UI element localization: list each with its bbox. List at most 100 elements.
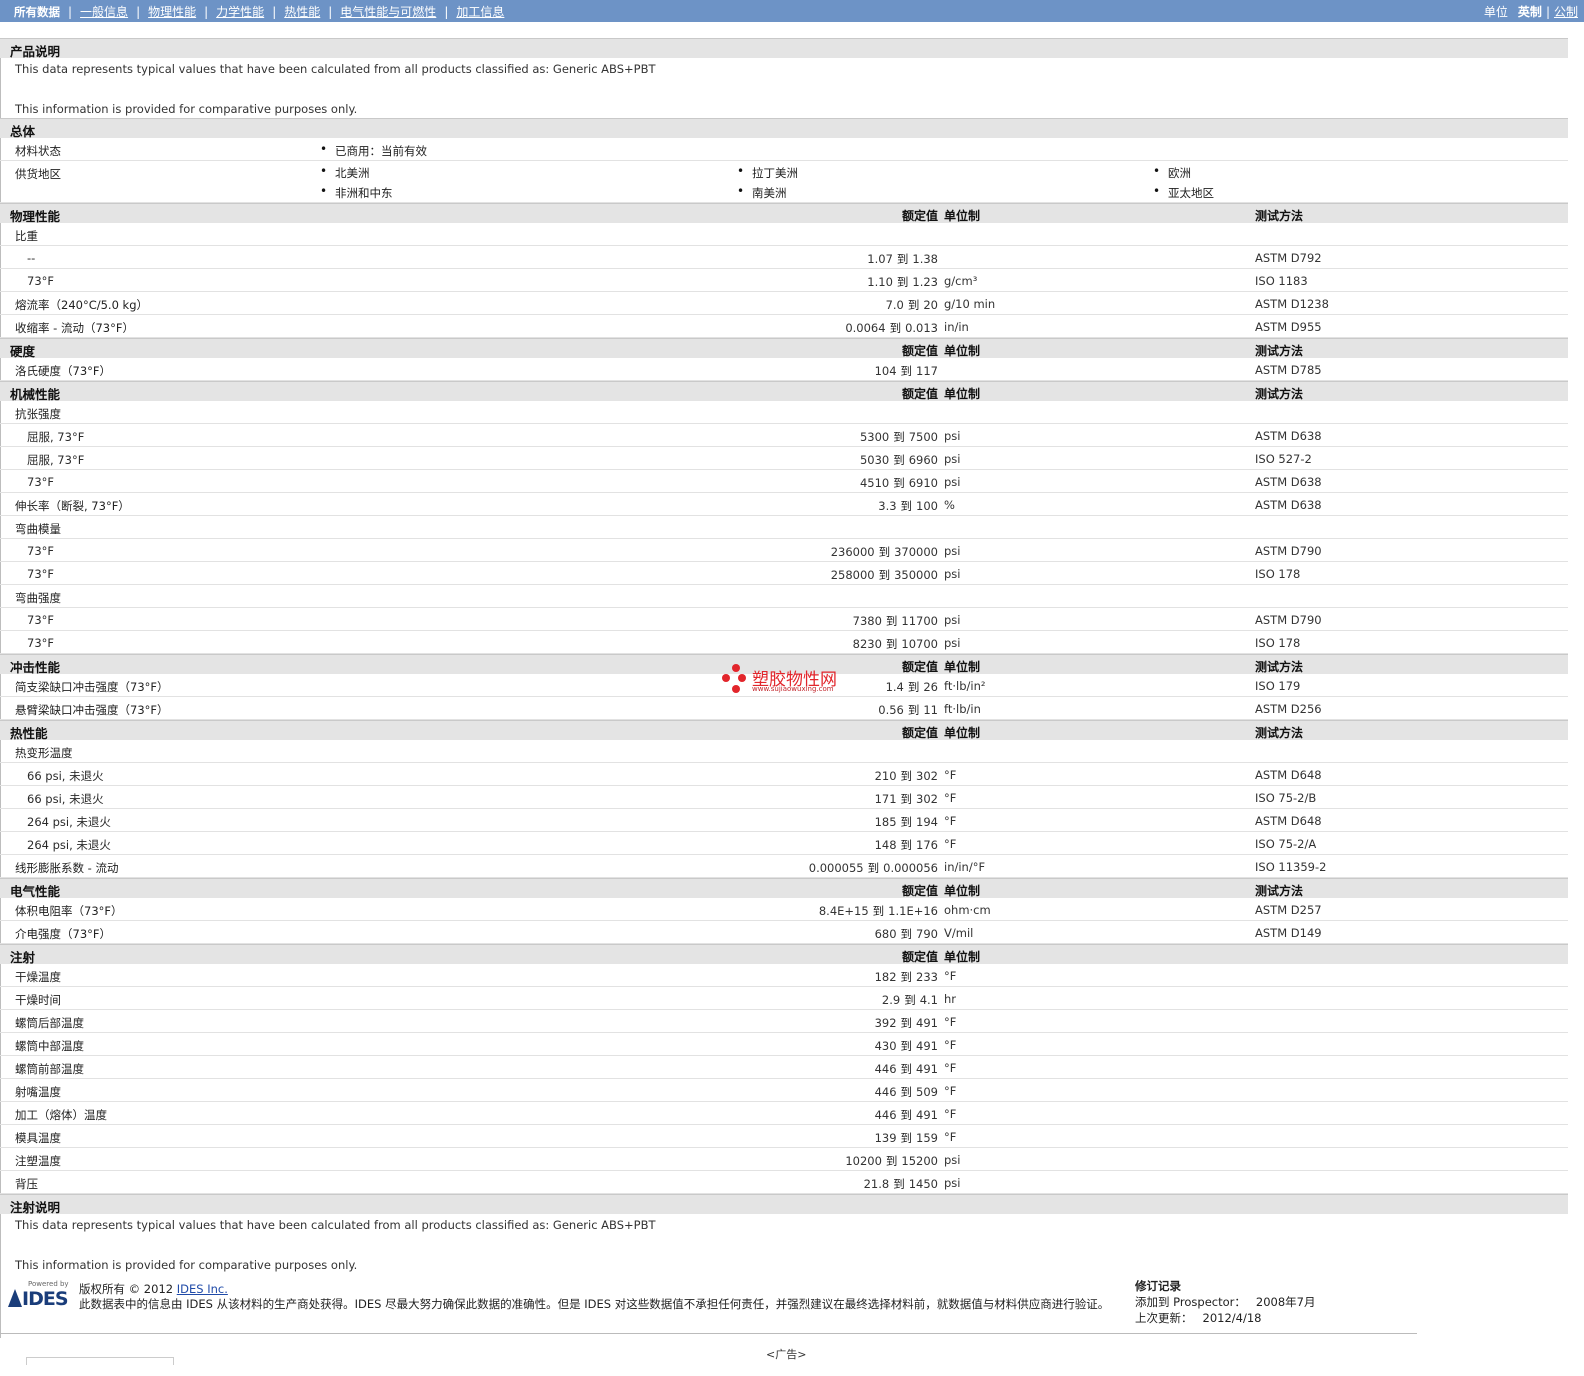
value-range: 4510 到 6910 — [860, 475, 938, 491]
notes-text: This information is provided for compara… — [15, 1258, 358, 1272]
range-separator: 到 — [885, 1154, 898, 1168]
property-row: 73°F 236000 到 370000 psi ASTM D790 — [0, 539, 1568, 562]
value-range: 7380 到 11700 — [853, 613, 938, 629]
property-label: 66 psi, 未退火 — [27, 792, 104, 806]
group-label: 抗张强度 — [15, 407, 61, 421]
nav-separator: | — [1545, 4, 1550, 19]
value-unit: psi — [944, 567, 961, 581]
nav-link-general[interactable]: 一般信息 — [80, 3, 128, 20]
value-range: 8.4E+15 到 1.1E+16 — [819, 903, 938, 919]
range-separator: 到 — [900, 1016, 913, 1030]
value-low: 185 — [874, 815, 897, 829]
value-low: 1.07 — [867, 252, 893, 266]
property-label: -- — [27, 251, 36, 265]
value-range: 0.56 到 11 — [878, 702, 938, 718]
section-nav: 所有数据 | 一般信息 | 物理性能 | 力学性能 | 热性能 | 电气性能与可… — [14, 3, 504, 20]
property-row: 73°F 258000 到 350000 psi ISO 178 — [0, 562, 1568, 585]
nav-link-physical[interactable]: 物理性能 — [148, 3, 196, 20]
property-row: 体积电阻率（73°F） 8.4E+15 到 1.1E+16 ohm·cm ASTM … — [0, 898, 1568, 921]
value-high: 491 — [916, 1039, 938, 1053]
col-header-test: 测试方法 — [1255, 209, 1304, 223]
property-label: 介电强度（73°F） — [15, 927, 111, 941]
value-low: 446 — [874, 1108, 897, 1122]
nav-separator: | — [204, 4, 209, 19]
row-label: 材料状态 — [15, 144, 61, 158]
value-high: 26 — [923, 680, 938, 694]
value-range: 236000 到 370000 — [831, 544, 938, 560]
property-label: 螺筒中部温度 — [15, 1039, 84, 1053]
test-method: ASTM D149 — [1255, 926, 1322, 940]
property-label: 73°F — [27, 636, 54, 650]
nav-separator: | — [272, 4, 277, 19]
company-link[interactable]: IDES Inc. — [177, 1282, 228, 1296]
group-label: 弯曲强度 — [15, 591, 61, 605]
value-unit: psi — [944, 1153, 961, 1167]
value-unit: psi — [944, 475, 961, 489]
value-high: 100 — [916, 499, 938, 513]
value-low: 21.8 — [863, 1177, 890, 1191]
test-method: ISO 75-2/B — [1255, 791, 1317, 805]
test-method: ASTM D790 — [1255, 544, 1322, 558]
nav-link-electrical[interactable]: 电气性能与可燃性 — [340, 3, 436, 20]
ides-logo: Powered by IDES — [8, 1280, 70, 1310]
value-range: 10200 到 15200 — [845, 1153, 938, 1169]
property-row: 介电强度（73°F） 680 到 790 V/mil ASTM D149 — [0, 921, 1568, 944]
nav-link-processing[interactable]: 加工信息 — [456, 3, 504, 20]
property-label: 264 psi, 未退火 — [27, 815, 111, 829]
test-method: ISO 178 — [1255, 636, 1301, 650]
group-label: 弯曲模量 — [15, 522, 61, 536]
section-header-general: 总体 — [0, 118, 1568, 139]
value-unit: g/cm³ — [944, 274, 978, 288]
disclaimer: 此数据表中的信息由 IDES 从该材料的生产商处获得。IDES 尽最大努力确保此… — [79, 1297, 1110, 1311]
desc-line: This information is provided for compara… — [0, 98, 1568, 118]
col-header-unit: 单位制 — [944, 726, 981, 740]
copyright: 版权所有 © 2012 IDES Inc. — [79, 1281, 228, 1297]
test-method: ISO 11359-2 — [1255, 860, 1327, 874]
property-row: 73°F 8230 到 10700 psi ISO 178 — [0, 631, 1568, 654]
value-unit: °F — [944, 837, 957, 851]
nav-all-data[interactable]: 所有数据 — [14, 4, 60, 20]
value-unit: ohm·cm — [944, 903, 991, 917]
property-label: 注塑温度 — [15, 1154, 61, 1168]
section-header-injection-notes: 注射说明 — [0, 1194, 1568, 1215]
value-high: 0.013 — [905, 321, 938, 335]
range-separator: 到 — [900, 927, 913, 941]
value-unit: °F — [944, 1107, 957, 1121]
range-separator: 到 — [900, 1039, 913, 1053]
value-high: 302 — [916, 792, 938, 806]
value-unit: psi — [944, 636, 961, 650]
test-method: ASTM D648 — [1255, 768, 1322, 782]
value-range: 0.000055 到 0.000056 — [809, 860, 938, 876]
value-unit: g/10 min — [944, 297, 996, 311]
desc-text: This data represents typical values that… — [15, 62, 656, 76]
value-low: 0.56 — [878, 703, 904, 717]
value-range: 148 到 176 — [875, 837, 938, 853]
value-unit: hr — [944, 992, 957, 1006]
test-method: ASTM D790 — [1255, 613, 1322, 627]
section-header-thermal: 热性能 额定值 单位制 测试方法 — [0, 720, 1568, 741]
test-method: ISO 179 — [1255, 679, 1301, 693]
value-range: 430 到 491 — [875, 1038, 938, 1054]
value-unit: °F — [944, 1061, 957, 1075]
value-high: 370000 — [894, 545, 938, 559]
added-value: 2008年7月 — [1255, 1295, 1316, 1309]
value-high: 7500 — [908, 430, 938, 444]
powered-by-text: Powered by — [28, 1280, 69, 1288]
test-method: ISO 1183 — [1255, 274, 1308, 288]
property-label: 射嘴温度 — [15, 1085, 61, 1099]
nav-link-thermal[interactable]: 热性能 — [284, 3, 320, 20]
range-separator: 到 — [907, 298, 920, 312]
supply-region-row: 供货地区 北美洲 拉丁美洲 欧洲 非洲和中东 南美洲 亚太地区 — [0, 161, 1568, 203]
value-unit: in/in — [944, 320, 969, 334]
nav-link-mechanical[interactable]: 力学性能 — [216, 3, 264, 20]
value-unit: psi — [944, 429, 961, 443]
value-high: 233 — [916, 970, 938, 984]
group-label-row: 抗张强度 — [0, 401, 1568, 424]
value-range: 3.3 到 100 — [878, 498, 938, 514]
value-low: 10200 — [845, 1154, 882, 1168]
unit-metric-link[interactable]: 公制 — [1554, 3, 1578, 20]
footer-divider — [0, 1333, 1417, 1334]
col-header-nominal: 额定值 — [901, 344, 938, 358]
range-separator: 到 — [889, 321, 902, 335]
